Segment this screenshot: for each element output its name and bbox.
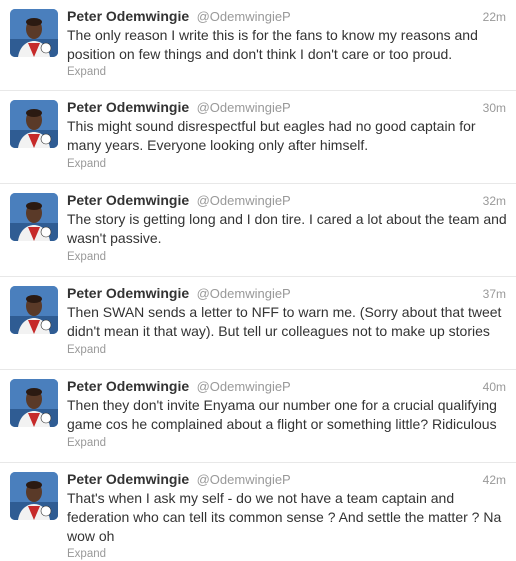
tweet-header: Peter Odemwingie @OdemwingieP 37m <box>67 285 506 305</box>
expand-link[interactable]: Expand <box>67 158 106 170</box>
tweet-text: Then they don't invite Enyama our number… <box>67 397 497 432</box>
tweet-item[interactable]: Peter Odemwingie @OdemwingieP 22m The on… <box>0 0 516 91</box>
tweet-timestamp[interactable]: 40m <box>483 380 506 394</box>
tweet-header: Peter Odemwingie @OdemwingieP 22m <box>67 8 506 28</box>
tweet-timestamp[interactable]: 30m <box>483 101 506 115</box>
avatar[interactable] <box>10 100 58 148</box>
author-handle[interactable]: @OdemwingieP <box>197 286 291 301</box>
author-name[interactable]: Peter Odemwingie <box>67 99 189 115</box>
avatar[interactable] <box>10 193 58 241</box>
tweet-timestamp[interactable]: 32m <box>483 194 506 208</box>
tweet-item[interactable]: Peter Odemwingie @OdemwingieP 42m That's… <box>0 463 516 561</box>
tweet-header: Peter Odemwingie @OdemwingieP 30m <box>67 99 506 119</box>
avatar-image <box>10 286 58 334</box>
avatar[interactable] <box>10 472 58 520</box>
tweet-timestamp[interactable]: 37m <box>483 287 506 301</box>
tweet-text: The story is getting long and I don tire… <box>67 211 507 246</box>
tweet-text: That's when I ask my self - do we not ha… <box>67 490 502 544</box>
avatar[interactable] <box>10 9 58 57</box>
author-handle[interactable]: @OdemwingieP <box>197 379 291 394</box>
tweet-item[interactable]: Peter Odemwingie @OdemwingieP 40m Then t… <box>0 370 516 463</box>
author-name[interactable]: Peter Odemwingie <box>67 192 189 208</box>
author-name[interactable]: Peter Odemwingie <box>67 378 189 394</box>
author-handle[interactable]: @OdemwingieP <box>197 100 291 115</box>
tweet-header: Peter Odemwingie @OdemwingieP 42m <box>67 471 506 491</box>
expand-link[interactable]: Expand <box>67 66 106 78</box>
avatar-image <box>10 100 58 148</box>
expand-link[interactable]: Expand <box>67 548 106 560</box>
tweet-header: Peter Odemwingie @OdemwingieP 32m <box>67 192 506 212</box>
avatar-image <box>10 472 58 520</box>
avatar[interactable] <box>10 379 58 427</box>
tweet-timeline: Peter Odemwingie @OdemwingieP 22m The on… <box>0 0 516 561</box>
author-name[interactable]: Peter Odemwingie <box>67 8 189 24</box>
author-handle[interactable]: @OdemwingieP <box>197 9 291 24</box>
avatar-image <box>10 9 58 57</box>
tweet-timestamp[interactable]: 42m <box>483 473 506 487</box>
tweet-item[interactable]: Peter Odemwingie @OdemwingieP 32m The st… <box>0 184 516 277</box>
expand-link[interactable]: Expand <box>67 437 106 449</box>
tweet-item[interactable]: Peter Odemwingie @OdemwingieP 37m Then S… <box>0 277 516 370</box>
expand-link[interactable]: Expand <box>67 344 106 356</box>
tweet-text: This might sound disrespectful but eagle… <box>67 118 476 153</box>
avatar-image <box>10 379 58 427</box>
tweet-timestamp[interactable]: 22m <box>483 10 506 24</box>
author-handle[interactable]: @OdemwingieP <box>197 472 291 487</box>
tweet-header: Peter Odemwingie @OdemwingieP 40m <box>67 378 506 398</box>
expand-link[interactable]: Expand <box>67 251 106 263</box>
avatar-image <box>10 193 58 241</box>
tweet-text: Then SWAN sends a letter to NFF to warn … <box>67 304 502 339</box>
author-name[interactable]: Peter Odemwingie <box>67 285 189 301</box>
tweet-text: The only reason I write this is for the … <box>67 27 478 62</box>
author-handle[interactable]: @OdemwingieP <box>197 193 291 208</box>
avatar[interactable] <box>10 286 58 334</box>
author-name[interactable]: Peter Odemwingie <box>67 471 189 487</box>
tweet-item[interactable]: Peter Odemwingie @OdemwingieP 30m This m… <box>0 91 516 184</box>
